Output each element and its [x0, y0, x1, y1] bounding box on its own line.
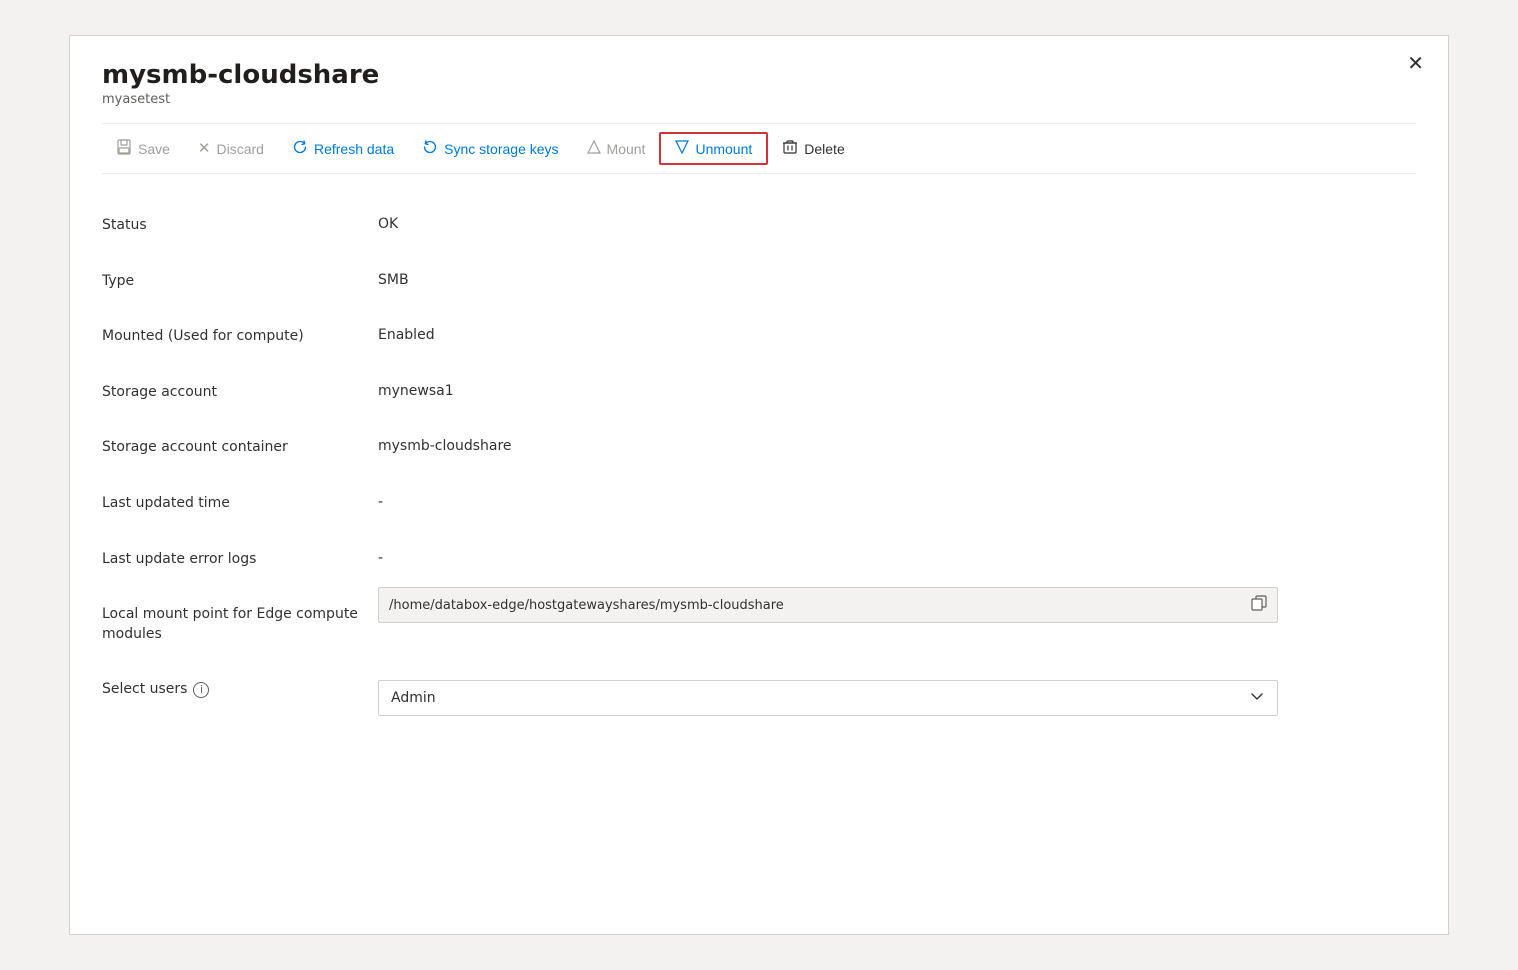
- last-updated-label: Last updated time: [102, 476, 362, 532]
- panel-title: mysmb-cloudshare: [102, 60, 1416, 90]
- toolbar: Save ✕ Discard Refresh data Sync st: [102, 123, 1416, 174]
- unmount-label: Unmount: [695, 141, 752, 157]
- storage-container-value: mysmb-cloudshare: [362, 420, 1416, 472]
- local-mount-path-text: /home/databox-edge/hostgatewayshares/mys…: [389, 598, 1241, 613]
- storage-account-value: mynewsa1: [362, 365, 1416, 417]
- refresh-label: Refresh data: [314, 141, 394, 157]
- save-icon: [116, 139, 132, 158]
- last-error-label: Last update error logs: [102, 532, 362, 588]
- discard-label: Discard: [217, 141, 264, 157]
- refresh-icon: [292, 139, 308, 158]
- delete-button[interactable]: Delete: [768, 133, 858, 164]
- unmount-icon: [675, 140, 689, 157]
- select-users-label: Select users i: [102, 662, 362, 718]
- mount-icon: [587, 140, 601, 157]
- storage-account-label: Storage account: [102, 365, 362, 421]
- refresh-button[interactable]: Refresh data: [278, 133, 408, 164]
- storage-container-label: Storage account container: [102, 420, 362, 476]
- save-button[interactable]: Save: [102, 133, 184, 164]
- type-label: Type: [102, 254, 362, 310]
- mount-button[interactable]: Mount: [573, 134, 660, 163]
- last-updated-value: -: [362, 476, 1416, 528]
- last-error-value: -: [362, 532, 1416, 584]
- discard-button[interactable]: ✕ Discard: [184, 135, 278, 163]
- local-mount-value-container: /home/databox-edge/hostgatewayshares/mys…: [362, 587, 1416, 641]
- unmount-button[interactable]: Unmount: [659, 132, 768, 165]
- delete-icon: [782, 139, 798, 158]
- save-label: Save: [138, 141, 170, 157]
- copy-icon[interactable]: [1251, 595, 1267, 615]
- select-users-dropdown[interactable]: Admin: [378, 680, 1278, 716]
- detail-panel: ✕ mysmb-cloudshare myasetest Save ✕ Disc…: [69, 35, 1449, 935]
- local-mount-label: Local mount point for Edge compute modul…: [102, 587, 362, 662]
- info-icon[interactable]: i: [193, 682, 209, 698]
- chevron-down-icon: [1249, 688, 1265, 708]
- form-fields: Status OK Type SMB Mounted (Used for com…: [102, 198, 1416, 734]
- sync-icon: [422, 139, 438, 158]
- mounted-value: Enabled: [362, 309, 1416, 361]
- sync-button[interactable]: Sync storage keys: [408, 133, 572, 164]
- type-value: SMB: [362, 254, 1416, 306]
- select-users-control: Admin: [362, 662, 1416, 734]
- discard-icon: ✕: [198, 141, 211, 156]
- panel-subtitle: myasetest: [102, 92, 1416, 107]
- close-button[interactable]: ✕: [1407, 54, 1424, 74]
- status-value: OK: [362, 198, 1416, 250]
- sync-label: Sync storage keys: [444, 141, 558, 157]
- mount-label: Mount: [607, 141, 646, 157]
- select-users-value: Admin: [391, 690, 436, 706]
- local-mount-path-box: /home/databox-edge/hostgatewayshares/mys…: [378, 587, 1278, 623]
- delete-label: Delete: [804, 141, 844, 157]
- mounted-label: Mounted (Used for compute): [102, 309, 362, 365]
- status-label: Status: [102, 198, 362, 254]
